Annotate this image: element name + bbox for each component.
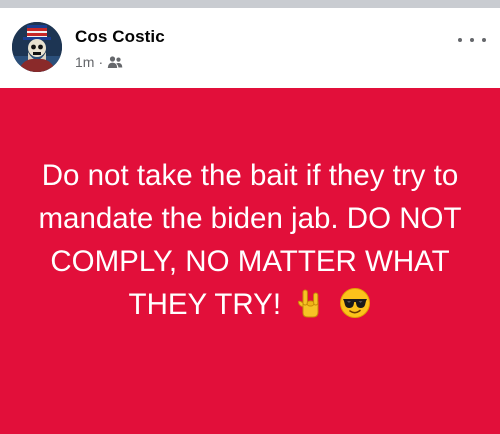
avatar-image: [12, 22, 62, 72]
more-options-dot: [470, 38, 474, 42]
top-divider: [0, 0, 500, 8]
post-header: Cos Costic 1m ·: [0, 8, 500, 88]
post-text-container: Do not take the bait if they try to mand…: [30, 154, 470, 326]
post-body: Do not take the bait if they try to mand…: [0, 88, 500, 434]
rock-on-hand-emoji: [294, 287, 326, 319]
friends-icon[interactable]: [107, 55, 123, 69]
more-options-icon: [458, 38, 462, 42]
more-options-button[interactable]: [458, 30, 486, 50]
post-text: Do not take the bait if they try to mand…: [38, 159, 462, 321]
author-name[interactable]: Cos Costic: [75, 27, 165, 47]
post-meta: 1m ·: [75, 52, 123, 72]
more-options-dot: [482, 38, 486, 42]
sunglasses-face-emoji: [339, 287, 371, 319]
meta-separator: ·: [98, 54, 104, 70]
post-timestamp[interactable]: 1m: [75, 54, 94, 70]
avatar[interactable]: [12, 22, 62, 72]
